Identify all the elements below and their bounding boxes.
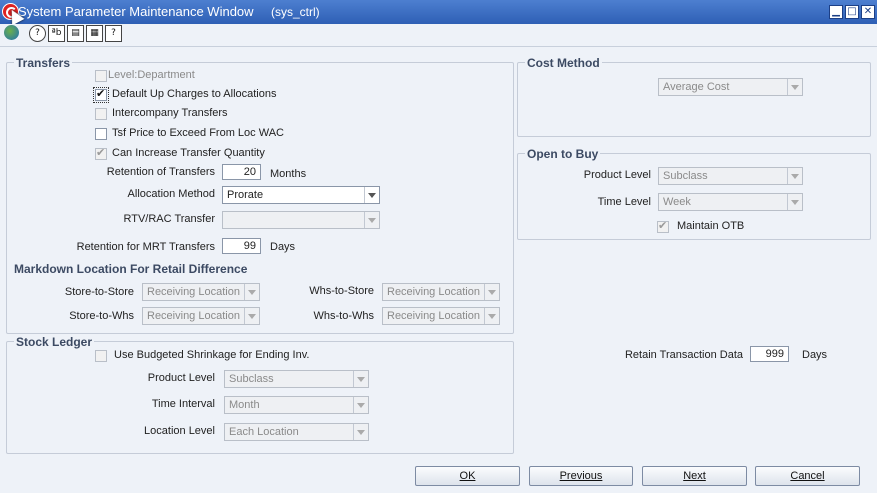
previous-button[interactable]: Previous: [529, 466, 633, 486]
otb-product-level-label: Product Level: [583, 169, 651, 181]
chevron-down-icon[interactable]: [353, 397, 368, 413]
tsf-price-label: Tsf Price to Exceed From Loc WAC: [112, 127, 284, 139]
chevron-down-icon[interactable]: [787, 79, 802, 95]
chevron-down-icon[interactable]: [787, 168, 802, 184]
toolbar: ? ªb ▤ ▦ ?: [0, 24, 877, 47]
retain-transaction-unit: Days: [802, 349, 828, 361]
level-department-checkbox[interactable]: [95, 70, 107, 82]
chevron-down-icon[interactable]: [364, 187, 379, 203]
chevron-down-icon[interactable]: [353, 424, 368, 440]
cancel-button[interactable]: Cancel: [755, 466, 860, 486]
otb-time-level-label: Time Level: [597, 196, 651, 208]
whs-to-whs-label: Whs-to-Whs: [313, 310, 375, 322]
store-to-store-select[interactable]: Receiving Location: [142, 283, 260, 301]
rtv-rac-select[interactable]: [222, 211, 380, 229]
cancel-button-label: Cancel: [790, 470, 825, 482]
store-to-whs-label: Store-to-Whs: [69, 310, 134, 322]
retention-transfers-input[interactable]: 20: [222, 164, 261, 180]
sl-location-level-select[interactable]: Each Location: [224, 423, 369, 441]
can-increase-label: Can Increase Transfer Quantity: [112, 147, 265, 159]
next-button[interactable]: Next: [642, 466, 747, 486]
cost-method-select[interactable]: Average Cost: [658, 78, 803, 96]
sl-product-level-value: Subclass: [229, 373, 274, 385]
store-to-store-value: Receiving Location: [147, 286, 240, 298]
cost-method-title: Cost Method: [525, 56, 602, 70]
chevron-down-icon[interactable]: [244, 308, 259, 324]
maximize-icon[interactable]: □: [845, 5, 859, 19]
otb-time-level-value: Week: [663, 196, 691, 208]
sl-location-level-value: Each Location: [229, 426, 299, 438]
window-subtitle: (sys_ctrl): [271, 5, 320, 19]
chevron-down-icon[interactable]: [787, 194, 802, 210]
stock-ledger-title: Stock Ledger: [14, 335, 95, 349]
globe-icon[interactable]: [4, 25, 19, 40]
budgeted-shrinkage-checkbox[interactable]: [95, 350, 107, 362]
question-icon[interactable]: ?: [105, 25, 122, 42]
default-up-charges-checkbox[interactable]: [93, 87, 109, 103]
retain-transaction-label: Retain Transaction Data: [624, 349, 743, 361]
sl-time-interval-value: Month: [229, 399, 260, 411]
cost-method-value: Average Cost: [663, 81, 730, 93]
sl-time-interval-select[interactable]: Month: [224, 396, 369, 414]
next-button-label: Next: [683, 470, 706, 482]
markdown-title: Markdown Location For Retail Difference: [14, 262, 248, 276]
otb-time-level-select[interactable]: Week: [658, 193, 803, 211]
title-bar: System Parameter Maintenance Window (sys…: [0, 0, 877, 26]
sl-time-interval-label: Time Interval: [151, 398, 215, 410]
retention-transfers-unit: Months: [270, 168, 307, 180]
tsf-price-checkbox[interactable]: [95, 128, 107, 140]
otb-product-level-select[interactable]: Subclass: [658, 167, 803, 185]
allocation-method-select[interactable]: Prorate: [222, 186, 380, 204]
spell-check-icon[interactable]: ªb: [48, 25, 65, 42]
sl-location-level-label: Location Level: [144, 425, 215, 437]
allocation-method-label: Allocation Method: [127, 188, 215, 200]
otb-product-level-value: Subclass: [663, 170, 708, 182]
ok-button-label: OK: [459, 470, 476, 482]
cost-method-group: [517, 62, 871, 137]
whs-to-whs-select[interactable]: Receiving Location: [382, 307, 500, 325]
minimize-icon[interactable]: ▁: [829, 5, 843, 19]
default-up-charges-label: Default Up Charges to Allocations: [112, 88, 277, 100]
whs-to-store-select[interactable]: Receiving Location: [382, 283, 500, 301]
close-icon[interactable]: ✕: [861, 5, 875, 19]
chevron-down-icon[interactable]: [353, 371, 368, 387]
sl-product-level-label: Product Level: [147, 372, 215, 384]
budgeted-shrinkage-label: Use Budgeted Shrinkage for Ending Inv.: [114, 349, 310, 361]
rtv-rac-label: RTV/RAC Transfer: [123, 213, 216, 225]
chevron-down-icon[interactable]: [244, 284, 259, 300]
transfers-title: Transfers: [14, 56, 73, 70]
calculator-icon[interactable]: ▦: [86, 25, 103, 42]
allocation-method-value: Prorate: [227, 189, 264, 201]
whs-to-store-label: Whs-to-Store: [309, 285, 374, 297]
chevron-down-icon[interactable]: [484, 308, 499, 324]
store-to-store-label: Store-to-Store: [64, 286, 134, 298]
mrt-retention-input[interactable]: 99: [222, 238, 261, 254]
chevron-down-icon[interactable]: [364, 212, 379, 228]
store-to-whs-value: Receiving Location: [147, 310, 240, 322]
retention-transfers-label: Retention of Transfers: [106, 166, 215, 178]
retain-transaction-input[interactable]: 999: [750, 346, 789, 362]
intercompany-label: Intercompany Transfers: [112, 107, 228, 119]
maintain-otb-label: Maintain OTB: [677, 220, 745, 232]
ok-button[interactable]: OK: [415, 466, 520, 486]
window-title: System Parameter Maintenance Window: [18, 4, 254, 19]
maintain-otb-checkbox[interactable]: [657, 219, 669, 233]
chevron-down-icon[interactable]: [484, 284, 499, 300]
sl-product-level-select[interactable]: Subclass: [224, 370, 369, 388]
notes-icon[interactable]: ▤: [67, 25, 84, 42]
whs-to-whs-value: Receiving Location: [387, 310, 480, 322]
store-to-whs-select[interactable]: Receiving Location: [142, 307, 260, 325]
whs-to-store-value: Receiving Location: [387, 286, 480, 298]
previous-button-label: Previous: [559, 470, 603, 482]
level-department-label: Level:Department: [108, 69, 195, 81]
mrt-retention-label: Retention for MRT Transfers: [76, 241, 215, 253]
help-circle-icon[interactable]: ?: [29, 25, 46, 42]
mrt-retention-unit: Days: [270, 241, 296, 253]
otb-title: Open to Buy: [525, 147, 601, 161]
intercompany-checkbox[interactable]: [95, 108, 107, 120]
can-increase-checkbox[interactable]: [95, 146, 107, 160]
